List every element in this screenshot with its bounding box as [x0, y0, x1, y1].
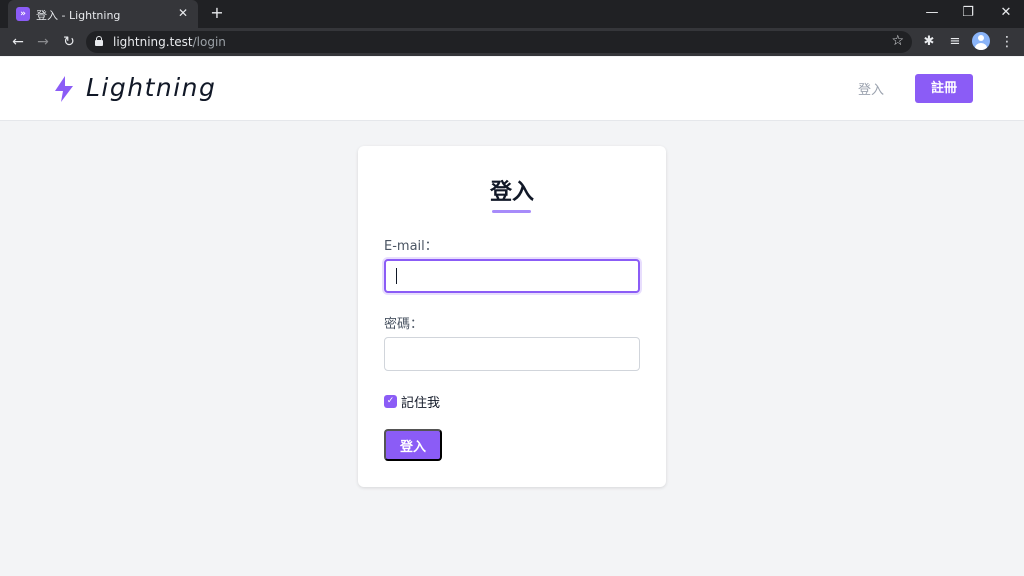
- email-label: E-mail：: [384, 239, 438, 254]
- password-label: 密碼：: [384, 317, 424, 332]
- favicon-icon: »: [16, 7, 30, 21]
- text-caret: [396, 268, 397, 284]
- browser-menu-icon[interactable]: ⋮: [998, 32, 1016, 52]
- media-control-icon[interactable]: ≡: [946, 33, 964, 51]
- browser-toolbar: ← → ↻ lightning.test/login ☆ ✱ ≡ ⋮: [0, 28, 1024, 56]
- restore-icon[interactable]: ❐: [958, 4, 978, 22]
- login-card: 登入 E-mail： 密碼： ✓ 記住我 登入: [358, 146, 666, 487]
- new-tab-icon[interactable]: +: [208, 4, 226, 22]
- url-text: lightning.test/login: [113, 35, 226, 49]
- brand-name[interactable]: Lightning: [86, 73, 216, 102]
- header-register-button[interactable]: 註冊: [915, 74, 973, 103]
- bookmark-star-icon[interactable]: ☆: [891, 33, 904, 49]
- header-login-link[interactable]: 登入: [858, 79, 884, 98]
- email-field[interactable]: [384, 259, 640, 293]
- profile-avatar-icon[interactable]: [972, 32, 990, 50]
- remember-me-label[interactable]: 記住我: [401, 392, 440, 411]
- forward-icon[interactable]: →: [33, 32, 53, 52]
- login-title: 登入: [489, 180, 534, 205]
- login-submit-button[interactable]: 登入: [384, 429, 442, 461]
- lightning-bolt-icon: [55, 76, 73, 102]
- title-underline: [492, 210, 531, 213]
- window-close-icon[interactable]: ✕: [996, 4, 1016, 22]
- tab-title: 登入 - Lightning: [36, 9, 121, 22]
- address-bar[interactable]: lightning.test/login ☆: [86, 31, 912, 53]
- back-icon[interactable]: ←: [8, 32, 28, 52]
- password-field[interactable]: [384, 337, 640, 371]
- extensions-puzzle-icon[interactable]: ✱: [920, 33, 938, 51]
- minimize-icon[interactable]: —: [922, 4, 942, 22]
- browser-tab[interactable]: » 登入 - Lightning ✕: [8, 0, 198, 28]
- remember-me-checkbox[interactable]: ✓: [384, 395, 397, 408]
- reload-icon[interactable]: ↻: [59, 32, 79, 52]
- browser-tab-strip: » 登入 - Lightning ✕ + — ❐ ✕: [0, 0, 1024, 28]
- tab-close-icon[interactable]: ✕: [176, 6, 190, 20]
- site-header: Lightning 登入 註冊: [0, 57, 1024, 121]
- lock-icon: [95, 36, 103, 46]
